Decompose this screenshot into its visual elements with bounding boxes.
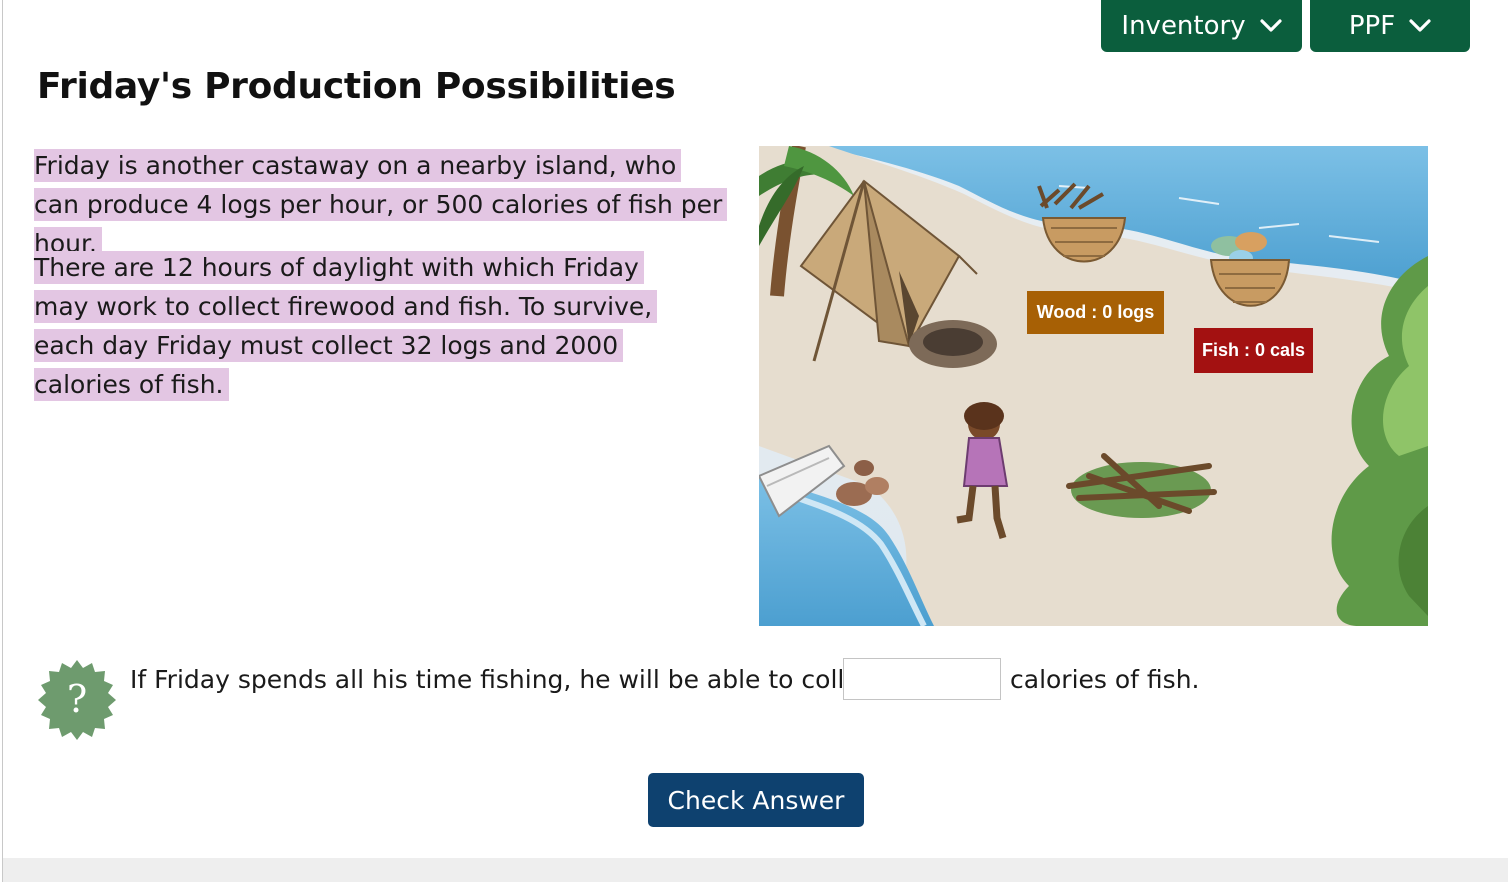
question-text-before: If Friday spends all his time fishing, h…	[130, 665, 884, 694]
inventory-button-label: Inventory	[1121, 11, 1246, 41]
island-scene	[759, 146, 1428, 626]
intro-paragraph-2: There are 12 hours of daylight with whic…	[34, 248, 694, 404]
check-answer-button[interactable]: Check Answer	[648, 773, 864, 827]
help-icon: ?	[38, 660, 116, 740]
page-left-border	[2, 0, 3, 882]
intro-paragraph-1: Friday is another castaway on a nearby i…	[34, 146, 728, 263]
island-illustration	[759, 146, 1428, 626]
question-text-after: calories of fish.	[1010, 665, 1200, 694]
ppf-dropdown-button[interactable]: PPF	[1310, 0, 1470, 52]
help-glyph: ?	[67, 677, 87, 721]
inventory-dropdown-button[interactable]: Inventory	[1101, 0, 1302, 52]
ppf-button-label: PPF	[1348, 11, 1396, 41]
page-title: Friday's Production Possibilities	[37, 66, 676, 107]
highlighted-text: Friday is another castaway on a nearby i…	[34, 149, 728, 260]
fish-count-label: Fish : 0 cals	[1194, 328, 1313, 373]
wood-count-label: Wood : 0 logs	[1027, 291, 1164, 334]
fire-pit-icon	[909, 320, 997, 368]
help-badge[interactable]: ?	[36, 659, 118, 741]
chevron-down-icon	[1409, 19, 1431, 32]
answer-input[interactable]	[843, 658, 1001, 700]
footer-band	[3, 858, 1508, 882]
chevron-down-icon	[1259, 19, 1282, 32]
highlighted-text: There are 12 hours of daylight with whic…	[34, 251, 658, 401]
